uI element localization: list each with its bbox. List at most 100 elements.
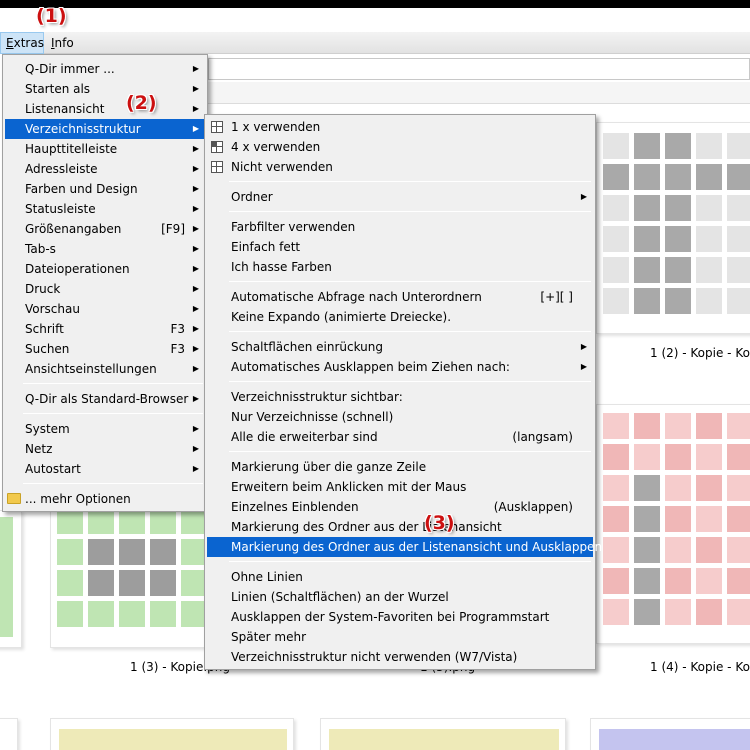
extras-menu-item[interactable]: Haupttitelleiste ▶	[5, 139, 205, 159]
extras-menu-item[interactable]: Statusleiste ▶	[5, 199, 205, 219]
extras-menu-item[interactable]: System ▶	[5, 419, 205, 439]
extras-menu-item[interactable]: Starten als ▶	[5, 79, 205, 99]
tree-menu-item[interactable]: Alle die erweiterbar sind (langsam)	[207, 427, 593, 447]
extras-menu-item[interactable]: Netz ▶	[5, 439, 205, 459]
thumbnail-red[interactable]	[596, 404, 750, 644]
tree-menu-item[interactable]: Einfach fett	[207, 237, 593, 257]
tree-menu-item[interactable]: Ohne Linien	[207, 567, 593, 587]
extras-menu-item[interactable]: Vorschau ▶	[5, 299, 205, 319]
extras-menu-item[interactable]: Ansichtseinstellungen ▶	[5, 359, 205, 379]
extras-menu-item[interactable]: Q-Dir immer ... ▶	[5, 59, 205, 79]
thumbnail-cell	[603, 288, 629, 314]
thumbnail-left-edge[interactable]	[0, 510, 22, 648]
tree-menu-item[interactable]: 1 x verwenden	[207, 117, 593, 137]
thumbnail-cell	[696, 226, 722, 252]
thumbnail-cell	[696, 164, 722, 190]
menu-extras[interactable]: Extras	[0, 32, 44, 54]
thumbnail-cell	[727, 568, 750, 594]
tree-menu-item[interactable]: Später mehr	[207, 627, 593, 647]
tree-menu-item[interactable]: Verzeichnisstruktur nicht verwenden (W7/…	[207, 647, 593, 667]
grid-layout-icon	[211, 121, 223, 133]
tree-menu-item[interactable]: Verzeichnisstruktur sichtbar:	[207, 387, 593, 407]
submenu-arrow-icon: ▶	[192, 284, 199, 293]
menu-separator	[23, 413, 203, 414]
thumbnail-cell	[634, 164, 660, 190]
menu-item-label: 4 x verwenden	[231, 140, 321, 154]
tree-menu-item[interactable]: Markierung des Ordner aus der Listenansi…	[207, 517, 593, 537]
menu-item-label: Automatisches Ausklappen beim Ziehen nac…	[231, 360, 510, 374]
menu-info[interactable]: Info	[46, 32, 82, 54]
extras-menu-item[interactable]: Tab-s ▶	[5, 239, 205, 259]
menu-separator	[229, 281, 591, 282]
tree-menu-item[interactable]: Erweitern beim Anklicken mit der Maus	[207, 477, 593, 497]
thumbnail-cell	[603, 506, 629, 532]
menu-item-label: Autostart	[25, 462, 81, 476]
thumbnail-cell	[88, 570, 114, 596]
menu-item-label: Suchen	[25, 342, 70, 356]
tree-menu-item[interactable]: Ausklappen der System-Favoriten bei Prog…	[207, 607, 593, 627]
menu-item-label: Schrift	[25, 322, 64, 336]
thumbnail-cell	[665, 133, 691, 159]
thumbnail-cell	[603, 257, 629, 283]
thumbnail-gray[interactable]	[596, 122, 750, 334]
tree-menu-item[interactable]: Linien (Schaltflächen) an der Wurzel	[207, 587, 593, 607]
thumbnail-cell	[727, 257, 750, 283]
menu-item-label: Druck	[25, 282, 61, 296]
submenu-arrow-icon: ▶	[192, 264, 199, 273]
tree-menu-item[interactable]: Ordner ▶	[207, 187, 593, 207]
extras-menu-item[interactable]: ... mehr Optionen	[5, 489, 205, 509]
thumbnail-bottom-1[interactable]	[0, 718, 18, 750]
extras-menu-item[interactable]: Autostart ▶	[5, 459, 205, 479]
menu-item-label: Ausklappen der System-Favoriten bei Prog…	[231, 610, 550, 624]
folder-icon	[7, 493, 21, 504]
thumbnail-cell	[603, 537, 629, 563]
tree-menu-item[interactable]: Farbfilter verwenden	[207, 217, 593, 237]
thumbnail-cell	[696, 133, 722, 159]
thumbnail-cell	[119, 601, 145, 627]
thumbnail-red-grid	[603, 413, 750, 625]
menu-item-shortcut: [+][ ]	[540, 290, 573, 304]
tree-menu-item[interactable]: Nur Verzeichnisse (schnell)	[207, 407, 593, 427]
thumbnail-cell	[696, 444, 722, 470]
tree-menu-item[interactable]: Nicht verwenden	[207, 157, 593, 177]
tree-menu-item[interactable]: 4 x verwenden	[207, 137, 593, 157]
thumbnail-cell	[634, 413, 660, 439]
tree-menu-item[interactable]: Schaltflächen einrückung ▶	[207, 337, 593, 357]
extras-menu-item[interactable]: Farben und Design ▶	[5, 179, 205, 199]
extras-menu-item[interactable]: Größenangaben [F9] ▶	[5, 219, 205, 239]
tree-menu-item[interactable]: Markierung über die ganze Zeile	[207, 457, 593, 477]
thumbnail-cell	[150, 539, 176, 565]
tree-menu-item[interactable]: Automatische Abfrage nach Unterordnern [+…	[207, 287, 593, 307]
thumbnail-bottom-yellow-2[interactable]	[320, 718, 566, 750]
thumbnail-cell	[727, 195, 750, 221]
extras-menu-item[interactable]: Dateioperationen ▶	[5, 259, 205, 279]
submenu-arrow-icon: ▶	[192, 344, 199, 353]
submenu-arrow-icon: ▶	[192, 324, 199, 333]
extras-menu-item[interactable]: Verzeichnisstruktur ▶	[5, 119, 205, 139]
address-bar[interactable]	[208, 58, 750, 80]
extras-menu-item[interactable]: Suchen F3 ▶	[5, 339, 205, 359]
thumbnail-cell	[634, 475, 660, 501]
submenu-arrow-icon: ▶	[580, 362, 587, 371]
thumbnail-cell	[696, 257, 722, 283]
thumbnail-cell	[665, 257, 691, 283]
tree-menu-item[interactable]: Automatisches Ausklappen beim Ziehen nac…	[207, 357, 593, 377]
menu-separator	[229, 331, 591, 332]
thumbnail-bottom-yellow-1[interactable]	[50, 718, 294, 750]
extras-menu-item[interactable]: Schrift F3 ▶	[5, 319, 205, 339]
extras-menu-item[interactable]: Listenansicht ▶	[5, 99, 205, 119]
tree-menu-item[interactable]: Ich hasse Farben	[207, 257, 593, 277]
thumbnail-bottom-blue[interactable]	[590, 718, 750, 750]
thumbnail-cell	[696, 506, 722, 532]
menu-item-label: Starten als	[25, 82, 91, 96]
tree-menu-item[interactable]: Einzelnes Einblenden (Ausklappen)	[207, 497, 593, 517]
thumbnail-cell	[603, 164, 629, 190]
thumbnail-cell	[727, 506, 750, 532]
thumbnail-cell	[57, 539, 83, 565]
extras-menu-item[interactable]: Q-Dir als Standard-Browser ▶	[5, 389, 205, 409]
extras-menu-item[interactable]: Adressleiste ▶	[5, 159, 205, 179]
thumbnail-cell	[665, 475, 691, 501]
extras-menu-item[interactable]: Druck ▶	[5, 279, 205, 299]
tree-menu-item[interactable]: Keine Expando (animierte Dreiecke).	[207, 307, 593, 327]
tree-menu-item[interactable]: Markierung des Ordner aus der Listenansi…	[207, 537, 602, 557]
